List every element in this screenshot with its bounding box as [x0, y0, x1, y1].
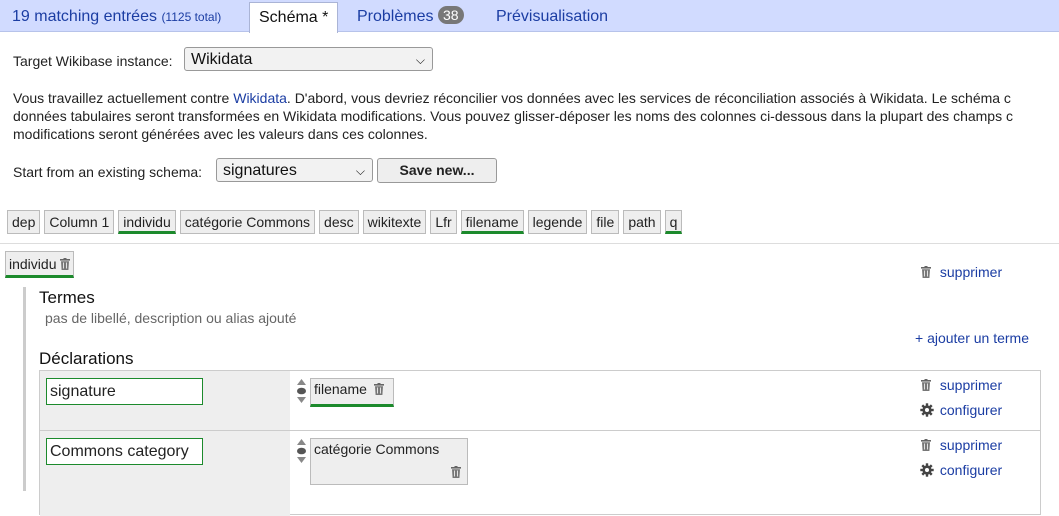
column-chip[interactable]: filename [460, 210, 524, 234]
gear-icon [920, 403, 934, 417]
delete-item-button[interactable]: supprimer [921, 264, 1002, 280]
tab-problems-label: Problèmes [357, 8, 434, 25]
tab-bar: 19 matching entrées (1125 total) Schéma … [0, 0, 1059, 33]
column-chip[interactable]: Lfr [430, 210, 457, 234]
value-label: catégorie Commons [314, 441, 440, 457]
tab-matching-entries[interactable]: 19 matching entrées (1125 total) [12, 0, 221, 31]
column-chip[interactable]: Column 1 [44, 210, 115, 234]
delete-item-label: supprimer [939, 264, 1003, 280]
tab-preview-label: Prévisualisation [496, 8, 609, 25]
save-new-schema-button[interactable]: Save new... [377, 158, 497, 183]
chevron-down-icon: ⌵ [355, 164, 365, 178]
gear-icon [920, 463, 934, 477]
column-list: dep Column 1 individu catégorie Commons desc… [7, 210, 686, 235]
existing-schema-value: signatures [223, 162, 297, 179]
problems-count-badge: 38 [437, 6, 464, 24]
item-subject-chip[interactable]: individu [5, 251, 75, 278]
column-chip[interactable]: individu [118, 210, 176, 234]
configure-statement-button[interactable]: configurer [920, 402, 1002, 418]
rank-icon[interactable] [296, 378, 307, 404]
delete-statement-label: supprimer [939, 437, 1003, 453]
trash-icon[interactable] [374, 383, 384, 395]
column-chip[interactable]: dep [7, 210, 41, 234]
configure-statement-button[interactable]: configurer [920, 462, 1002, 478]
target-instance-label: Target Wikibase instance: [13, 53, 173, 69]
tab-problems[interactable]: Problèmes 38 [357, 0, 464, 31]
item-indent-line [23, 287, 26, 491]
value-chip[interactable]: filename [310, 378, 394, 407]
tab-schema[interactable]: Schéma * [249, 2, 339, 33]
tab-schema-label: Schéma * [259, 9, 329, 26]
delete-statement-button[interactable]: supprimer [921, 437, 1002, 453]
wikidata-link[interactable]: Wikidata [233, 90, 287, 106]
property-input[interactable]: Commons category [46, 438, 203, 465]
terms-heading: Termes [39, 288, 95, 307]
existing-schema-select[interactable]: signatures ⌵ [216, 158, 373, 182]
terms-empty-hint: pas de libellé, description ou alias ajo… [45, 310, 297, 326]
statements-heading: Déclarations [39, 349, 134, 368]
item-subject-label: individu [9, 256, 57, 272]
intro-line3: modifications seront générées avec les v… [13, 126, 428, 142]
value-label: filename [314, 381, 367, 397]
property-input[interactable]: signature [46, 378, 203, 405]
column-chip[interactable]: path [623, 210, 661, 234]
divider [0, 243, 1059, 244]
configure-statement-label: configurer [939, 462, 1003, 478]
intro-line1-post: . D'abord, vous devriez réconcilier vos … [286, 90, 1011, 106]
column-chip[interactable]: catégorie Commons [179, 210, 316, 234]
column-chip[interactable]: file [591, 210, 620, 234]
statement-row: Commons category catégorie Commons suppr… [39, 430, 1041, 516]
intro-line2: données tabulaires seront transformées e… [13, 108, 1013, 124]
column-chip[interactable]: desc [319, 210, 359, 234]
rank-icon[interactable] [296, 438, 307, 464]
trash-icon[interactable] [60, 258, 70, 270]
trash-icon [921, 266, 931, 278]
matching-count: 19 matching entrées [12, 8, 157, 25]
intro-line1-pre: Vous travaillez actuellement contre [13, 90, 234, 106]
configure-statement-label: configurer [939, 402, 1003, 418]
chevron-down-icon: ⌵ [415, 53, 425, 67]
intro-paragraph: Vous travaillez actuellement contre Wiki… [13, 89, 1059, 143]
column-chip[interactable]: wikitexte [362, 210, 427, 234]
trash-icon [921, 379, 931, 391]
target-instance-value: Wikidata [191, 51, 253, 68]
tab-preview[interactable]: Prévisualisation [496, 0, 608, 31]
target-instance-select[interactable]: Wikidata ⌵ [184, 47, 433, 71]
trash-icon[interactable] [451, 466, 461, 478]
delete-statement-label: supprimer [939, 377, 1003, 393]
column-chip[interactable]: q [664, 210, 683, 234]
delete-statement-button[interactable]: supprimer [921, 377, 1002, 393]
trash-icon [921, 439, 931, 451]
column-chip[interactable]: legende [527, 210, 588, 234]
value-chip[interactable]: catégorie Commons [310, 438, 468, 485]
add-term-button[interactable]: + ajouter un terme [915, 330, 1029, 346]
matching-total: (1125 total) [161, 10, 222, 24]
existing-schema-label: Start from an existing schema: [13, 164, 203, 180]
